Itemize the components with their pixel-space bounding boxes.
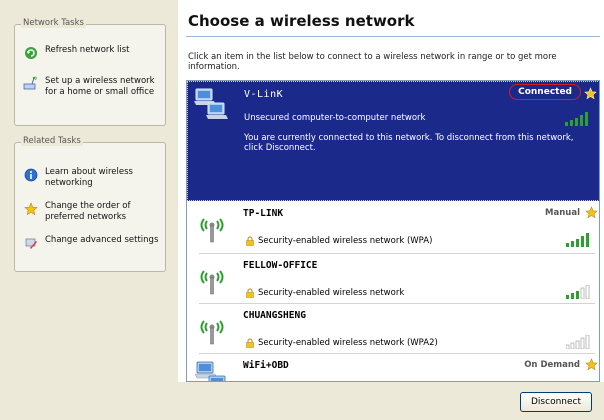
setup-wireless-network-link[interactable]: Set up a wireless network for a home or … (15, 76, 165, 98)
network-security: Security-enabled wireless network (WPA) (245, 236, 432, 246)
lock-icon (246, 338, 254, 348)
star-icon (23, 201, 38, 216)
network-name: TP-LINK (243, 208, 284, 219)
network-tasks-title: Network Tasks (21, 18, 86, 28)
network-description: You are currently connected to this netw… (244, 133, 574, 153)
related-tasks-title: Related Tasks (21, 136, 83, 146)
disconnect-button[interactable]: Disconnect (520, 392, 592, 412)
related-tasks-group: Related Tasks Learn about wireless netwo… (14, 136, 166, 272)
computer-to-computer-icon (195, 361, 226, 381)
change-order-label: Change the order of preferred networks (45, 201, 131, 222)
network-name: V-LinK (244, 89, 284, 100)
wireless-network-icon (200, 270, 224, 295)
task-pane: Network Tasks Refresh network list Set u… (0, 0, 176, 420)
network-item[interactable]: WiFi+OBD On Demand (187, 355, 599, 381)
instruction-text: Click an item in the list below to conne… (188, 52, 557, 72)
refresh-icon (23, 45, 38, 60)
network-tasks-group: Network Tasks Refresh network list Set u… (14, 18, 166, 126)
network-item[interactable]: TP-LINK Manual Security-enabled wireless… (187, 203, 599, 253)
network-security: Security-enabled wireless network (WPA2) (245, 338, 438, 348)
network-divider (199, 353, 595, 354)
learn-wireless-link[interactable]: Learn about wireless networking (15, 167, 165, 189)
wireless-network-icon (200, 218, 224, 243)
wireless-network-icon (200, 320, 224, 345)
setup-wireless-network-label: Set up a wireless network for a home or … (45, 76, 155, 97)
network-security: Security-enabled wireless network (245, 288, 404, 298)
network-security: Unsecured computer-to-computer network (244, 113, 425, 123)
star-icon (585, 206, 598, 219)
network-status: On Demand (524, 360, 580, 370)
network-security-text: Security-enabled wireless network (WPA2) (258, 338, 438, 348)
change-advanced-settings-link[interactable]: Change advanced settings (15, 235, 165, 250)
change-advanced-settings-label: Change advanced settings (45, 235, 159, 245)
network-security-text: Security-enabled wireless network (258, 288, 405, 298)
refresh-network-list-link[interactable]: Refresh network list (15, 45, 165, 60)
connected-status-badge: Connected (509, 84, 581, 100)
page-title: Choose a wireless network (188, 12, 415, 30)
main-pane: Choose a wireless network Click an item … (176, 0, 604, 420)
settings-icon (23, 235, 38, 250)
network-name: CHUANGSHENG (243, 310, 306, 321)
network-item[interactable]: V-LinK Connected Unsecured computer-to-c… (187, 81, 599, 201)
wireless-setup-icon (23, 76, 38, 91)
network-item[interactable]: CHUANGSHENG Security-enabled wireless ne… (187, 305, 599, 353)
signal-strength-icon (566, 233, 589, 247)
network-item[interactable]: FELLOW-OFFICE Security-enabled wireless … (187, 255, 599, 303)
refresh-network-list-label: Refresh network list (45, 45, 130, 55)
lock-icon (246, 288, 254, 298)
star-icon (584, 87, 597, 100)
star-icon (585, 358, 598, 371)
network-list[interactable]: V-LinK Connected Unsecured computer-to-c… (186, 80, 600, 382)
network-name: WiFi+OBD (243, 360, 289, 371)
signal-strength-icon (565, 112, 588, 126)
computer-to-computer-icon (194, 88, 228, 119)
network-name: FELLOW-OFFICE (243, 260, 318, 271)
signal-strength-icon (566, 285, 590, 299)
learn-wireless-label: Learn about wireless networking (45, 167, 133, 188)
change-order-link[interactable]: Change the order of preferred networks (15, 201, 165, 223)
info-icon (23, 167, 38, 182)
title-divider (186, 36, 600, 37)
network-status: Manual (545, 208, 580, 218)
network-divider (199, 253, 595, 254)
network-security-text: Security-enabled wireless network (WPA) (258, 236, 433, 246)
lock-icon (246, 236, 254, 246)
signal-strength-icon (566, 335, 590, 349)
network-security-text: Unsecured computer-to-computer network (244, 113, 426, 123)
network-divider (199, 303, 595, 304)
